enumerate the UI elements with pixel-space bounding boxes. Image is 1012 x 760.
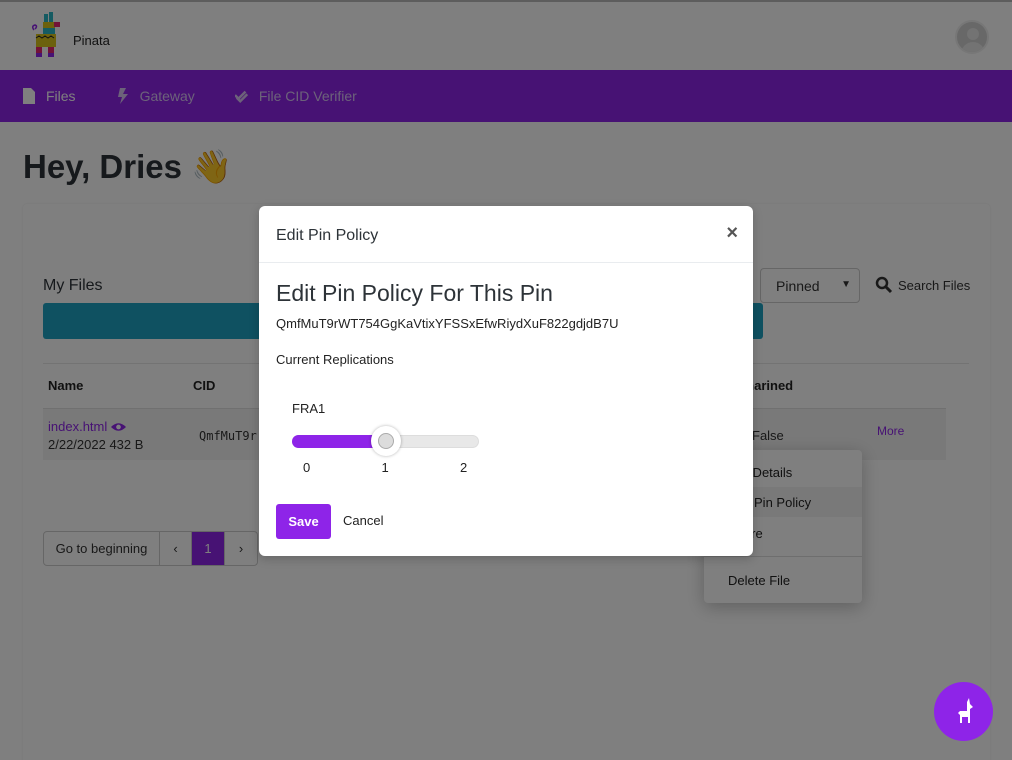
edit-pin-policy-modal: Edit Pin Policy × Edit Pin Policy For Th…: [259, 206, 753, 556]
slider-tick-label: 0: [303, 460, 311, 475]
current-replications-label: Current Replications: [276, 352, 394, 367]
modal-title: Edit Pin Policy: [276, 227, 379, 244]
replication-slider[interactable]: [292, 426, 479, 456]
save-button[interactable]: Save: [276, 504, 331, 539]
close-icon[interactable]: ×: [726, 223, 738, 243]
slider-tick-label: 2: [460, 460, 468, 475]
modal-heading: Edit Pin Policy For This Pin: [276, 280, 553, 306]
modal-header: Edit Pin Policy ×: [259, 206, 753, 263]
llama-icon: [957, 697, 973, 723]
slider-thumb[interactable]: [370, 426, 401, 456]
pin-cid: QmfMuT9rWT754GgKaVtixYFSSxEfwRiydXuF822g…: [276, 316, 619, 331]
region-label: FRA1: [292, 401, 326, 416]
chat-support-button[interactable]: [934, 682, 993, 741]
slider-tick-label: 1: [381, 460, 389, 475]
cancel-button[interactable]: Cancel: [343, 513, 383, 528]
